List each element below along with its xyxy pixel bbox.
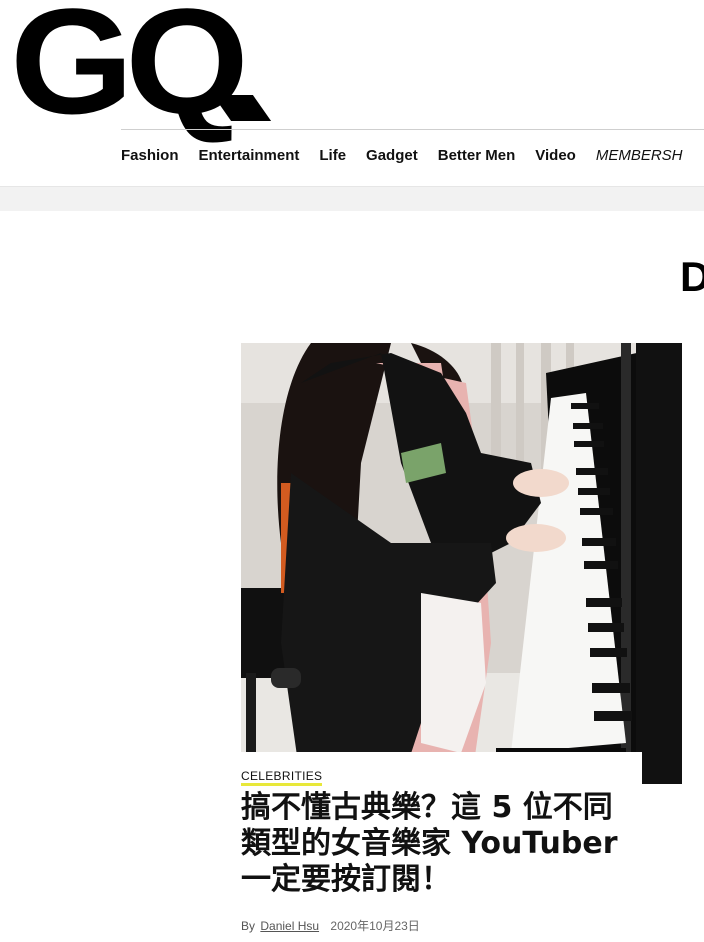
nav-item-video[interactable]: Video bbox=[535, 147, 576, 164]
gq-logo[interactable]: GQ bbox=[10, 0, 249, 136]
byline-prefix: By bbox=[241, 919, 256, 933]
nav-item-life[interactable]: Life bbox=[319, 147, 346, 164]
ad-banner-strip bbox=[0, 187, 704, 211]
nav-item-better-men[interactable]: Better Men bbox=[438, 147, 516, 164]
article-category-link[interactable]: CELEBRITIES bbox=[241, 770, 323, 786]
piano-player-illustration bbox=[241, 343, 682, 784]
article-byline: By Daniel Hsu 2020年10月23日 bbox=[241, 917, 420, 934]
main-nav: Fashion Entertainment Life Gadget Better… bbox=[121, 147, 683, 164]
nav-item-entertainment[interactable]: Entertainment bbox=[199, 147, 300, 164]
section-heading: D bbox=[680, 253, 704, 300]
nav-divider bbox=[121, 129, 704, 130]
nav-item-membership[interactable]: MEMBERSH bbox=[596, 147, 683, 164]
article-hero-image[interactable] bbox=[241, 343, 682, 784]
nav-item-gadget[interactable]: Gadget bbox=[366, 147, 418, 164]
nav-item-fashion[interactable]: Fashion bbox=[121, 147, 179, 164]
author-link[interactable]: Daniel Hsu bbox=[260, 919, 319, 933]
publish-date: 2020年10月23日 bbox=[330, 919, 420, 933]
site-header: GQ Fashion Entertainment Life Gadget Bet… bbox=[0, 0, 704, 187]
article-headline[interactable]: 搞不懂古典樂？這 5 位不同類型的女音樂家 YouTuber 一定要按訂閱！ bbox=[241, 790, 641, 898]
